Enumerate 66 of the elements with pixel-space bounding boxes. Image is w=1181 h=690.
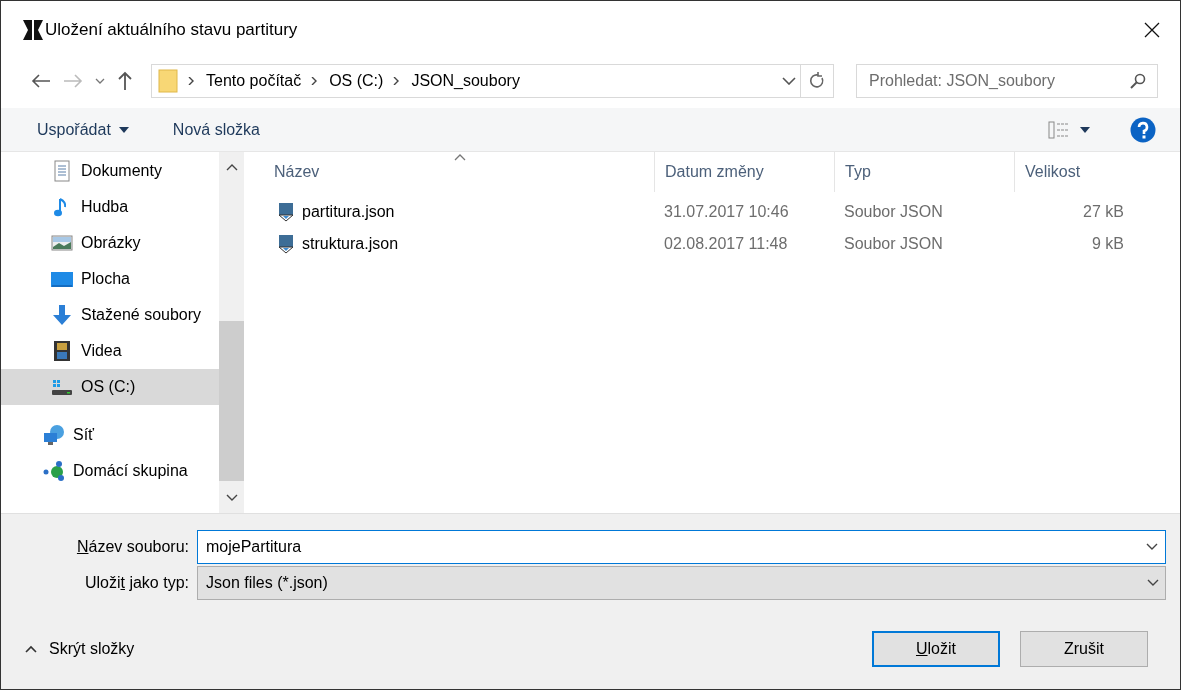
file-type-select[interactable]: Json files (*.json) <box>197 566 1166 600</box>
caret-down-icon <box>118 126 129 133</box>
dropdown-caret-icon <box>1146 543 1158 551</box>
sidebar-item[interactable]: Dokumenty <box>1 153 219 189</box>
caret-down-icon <box>1080 126 1090 133</box>
scroll-down-icon <box>225 494 238 502</box>
file-icon <box>278 202 294 222</box>
organize-menu-button[interactable]: Uspořádat <box>25 114 141 145</box>
chevron-down-icon <box>782 77 796 85</box>
new-folder-button[interactable]: Nová složka <box>160 114 272 145</box>
chevron-down-icon <box>95 78 105 84</box>
sidebar-item[interactable]: Hudba <box>1 189 219 225</box>
scrollbar-thumb[interactable] <box>219 321 244 481</box>
picture-icon <box>51 232 73 254</box>
sidebar-item[interactable]: Videa <box>1 333 219 369</box>
sidebar-item[interactable]: OS (C:) <box>1 369 219 405</box>
window-title: Uložení aktuálního stavu partitury <box>45 20 299 40</box>
help-button[interactable] <box>1130 116 1156 143</box>
download-arrow-icon <box>51 304 73 326</box>
film-icon <box>51 340 73 362</box>
network-icon <box>43 424 65 446</box>
help-icon <box>1130 116 1156 143</box>
breadcrumb-item[interactable]: OS (C:) <box>323 72 390 90</box>
chevron-up-icon <box>25 645 37 653</box>
sidebar-item[interactable]: Domácí skupina <box>1 453 219 489</box>
sidebar-item[interactable]: Síť <box>1 417 219 453</box>
column-header[interactable]: Název <box>264 152 654 192</box>
file-icon <box>278 234 294 254</box>
column-header[interactable]: Typ <box>834 152 1014 192</box>
table-cell-text: Soubor JSON <box>843 235 944 253</box>
file-name[interactable]: struktura.json <box>302 235 399 253</box>
sidebar-item[interactable]: Stažené soubory <box>1 297 219 333</box>
refresh-icon <box>809 72 825 90</box>
save-button[interactable]: Uložit <box>872 631 1000 667</box>
search-field[interactable]: Prohledat: JSON_soubory <box>856 64 1158 98</box>
dropdown-caret-icon <box>1147 579 1159 587</box>
field-label: Název souboru: <box>75 538 190 556</box>
arrow-left-icon <box>31 73 51 89</box>
sidebar-item[interactable]: Obrázky <box>1 225 219 261</box>
sidebar-item[interactable]: Plocha <box>1 261 219 297</box>
arrow-right-icon <box>63 73 83 89</box>
homegroup-icon <box>43 460 65 482</box>
table-cell-text: 31.07.2017 10:46 <box>663 203 790 221</box>
table-cell-text: 27 kB <box>1082 203 1124 221</box>
close-icon <box>1144 22 1160 38</box>
cancel-button[interactable]: Zrušit <box>1020 631 1148 667</box>
table-cell-text: 02.08.2017 11:48 <box>663 235 789 253</box>
scrollbar[interactable] <box>219 152 244 513</box>
sort-ascending-icon <box>454 154 466 161</box>
scroll-up-icon <box>225 163 238 171</box>
arrow-up-icon <box>117 71 133 91</box>
filename-field[interactable]: mojePartitura <box>197 530 1166 564</box>
search-icon <box>1130 73 1146 89</box>
breadcrumb-item[interactable]: JSON_soubory <box>405 72 526 90</box>
breadcrumb-item[interactable]: Tento počítač <box>200 72 308 90</box>
app-logo-icon <box>23 20 43 40</box>
field-label: Uložit jako typ: <box>83 574 190 592</box>
table-cell-text: 9 kB <box>1091 235 1124 253</box>
hide-folders-button[interactable]: Skrýt složky <box>25 640 135 658</box>
table-cell-text: Soubor JSON <box>843 203 944 221</box>
address-bar[interactable]: Tento počítač OS (C:) JSON_soubory <box>151 64 834 98</box>
file-name[interactable]: partitura.json <box>302 203 395 221</box>
column-header[interactable]: Velikost <box>1014 152 1134 192</box>
folder-icon <box>158 69 178 93</box>
column-header[interactable]: Datum změny <box>654 152 834 192</box>
document-icon <box>51 160 73 182</box>
